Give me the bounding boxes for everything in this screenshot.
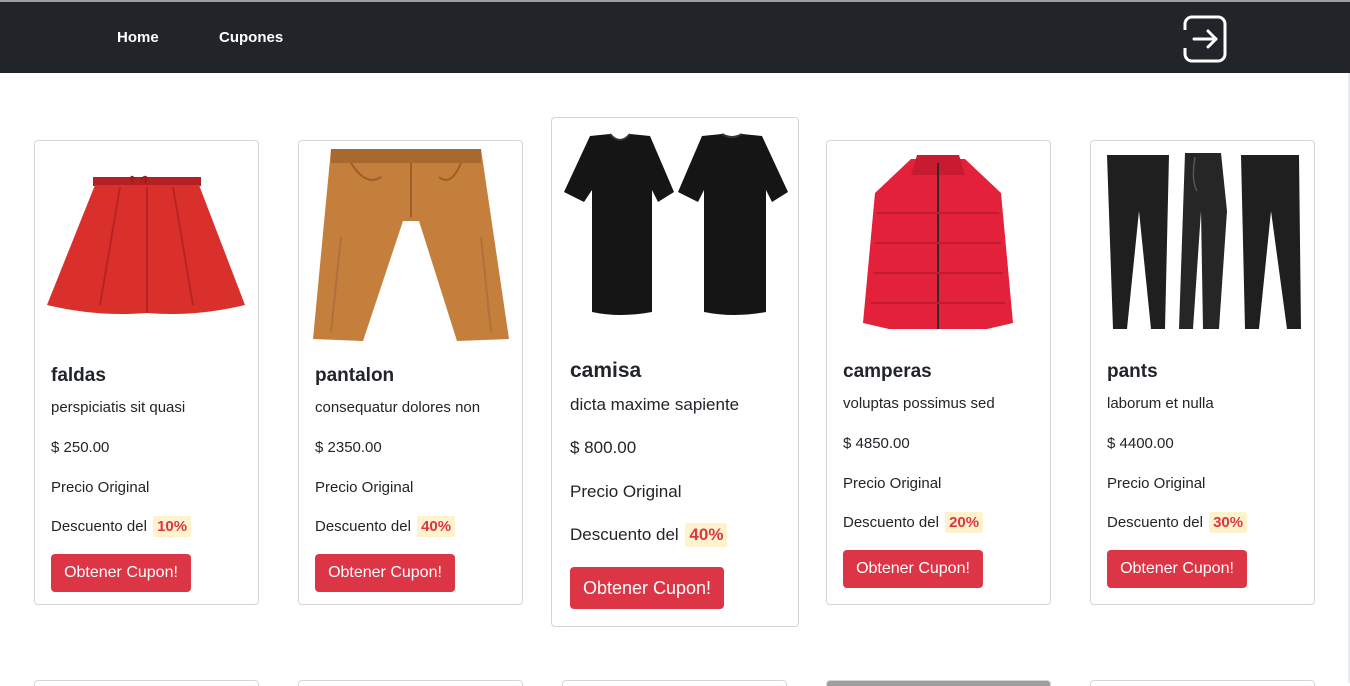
product-card-faldas: faldas perspiciatis sit quasi $ 250.00 P… bbox=[34, 140, 259, 605]
discount-line: Descuento del 40% bbox=[315, 516, 456, 537]
black-tshirts-image bbox=[562, 132, 790, 322]
product-price: $ 2350.00 bbox=[315, 439, 382, 456]
product-description: laborum et nulla bbox=[1107, 395, 1214, 412]
discount-label: Descuento del bbox=[570, 525, 679, 544]
product-title: camisa bbox=[570, 359, 642, 382]
product-title: camperas bbox=[843, 361, 932, 382]
product-card-pantalon: pantalon consequatur dolores non $ 2350.… bbox=[298, 140, 523, 605]
navbar: Home Cupones bbox=[0, 2, 1350, 73]
brown-trousers-image bbox=[311, 147, 511, 343]
discount-badge: 40% bbox=[685, 523, 728, 547]
product-title: pants bbox=[1107, 361, 1158, 382]
product-description: consequatur dolores non bbox=[315, 399, 481, 416]
discount-line: Descuento del 20% bbox=[843, 512, 984, 533]
product-price: $ 4850.00 bbox=[843, 435, 910, 452]
discount-badge: 20% bbox=[945, 512, 984, 533]
next-row-card bbox=[1090, 680, 1315, 686]
next-row-card bbox=[826, 680, 1051, 686]
discount-line: Descuento del 30% bbox=[1107, 512, 1248, 533]
discount-label: Descuento del bbox=[843, 514, 939, 531]
original-price-label: Precio Original bbox=[51, 479, 150, 496]
red-skirt-image bbox=[45, 171, 250, 316]
nav-home-link[interactable]: Home bbox=[117, 29, 159, 46]
product-price: $ 4400.00 bbox=[1107, 435, 1174, 452]
logout-icon[interactable] bbox=[1180, 14, 1230, 64]
product-description: perspiciatis sit quasi bbox=[51, 399, 186, 416]
discount-label: Descuento del bbox=[51, 518, 147, 535]
product-description: voluptas possimus sed bbox=[843, 395, 995, 412]
product-card-camperas: camperas voluptas possimus sed $ 4850.00… bbox=[826, 140, 1051, 605]
discount-label: Descuento del bbox=[1107, 514, 1203, 531]
original-price-label: Precio Original bbox=[570, 482, 682, 501]
product-price: $ 800.00 bbox=[570, 438, 637, 457]
product-title: faldas bbox=[51, 365, 106, 386]
discount-badge: 40% bbox=[417, 516, 456, 537]
product-price: $ 250.00 bbox=[51, 439, 110, 456]
original-price-label: Precio Original bbox=[1107, 475, 1206, 492]
discount-label: Descuento del bbox=[315, 518, 411, 535]
original-price-label: Precio Original bbox=[315, 479, 414, 496]
red-puffer-jacket-image bbox=[861, 153, 1015, 333]
next-row-card bbox=[34, 680, 259, 686]
get-coupon-button[interactable]: Obtener Cupon! bbox=[1107, 550, 1247, 588]
product-title: pantalon bbox=[315, 365, 395, 386]
get-coupon-button[interactable]: Obtener Cupon! bbox=[315, 554, 455, 592]
get-coupon-button[interactable]: Obtener Cupon! bbox=[843, 550, 983, 588]
product-description: dicta maxime sapiente bbox=[570, 395, 740, 414]
next-row-card bbox=[562, 680, 787, 686]
discount-line: Descuento del 40% bbox=[570, 523, 728, 547]
original-price-label: Precio Original bbox=[843, 475, 942, 492]
product-card-camisa: camisa dicta maxime sapiente $ 800.00 Pr… bbox=[551, 117, 799, 627]
nav-cupones-link[interactable]: Cupones bbox=[219, 29, 283, 46]
discount-badge: 10% bbox=[153, 516, 192, 537]
next-row-card bbox=[298, 680, 523, 686]
get-coupon-button[interactable]: Obtener Cupon! bbox=[51, 554, 191, 592]
discount-badge: 30% bbox=[1209, 512, 1248, 533]
discount-line: Descuento del 10% bbox=[51, 516, 192, 537]
black-joggers-image bbox=[1103, 151, 1305, 333]
get-coupon-button[interactable]: Obtener Cupon! bbox=[570, 567, 724, 609]
product-card-pants: pants laborum et nulla $ 4400.00 Precio … bbox=[1090, 140, 1315, 605]
